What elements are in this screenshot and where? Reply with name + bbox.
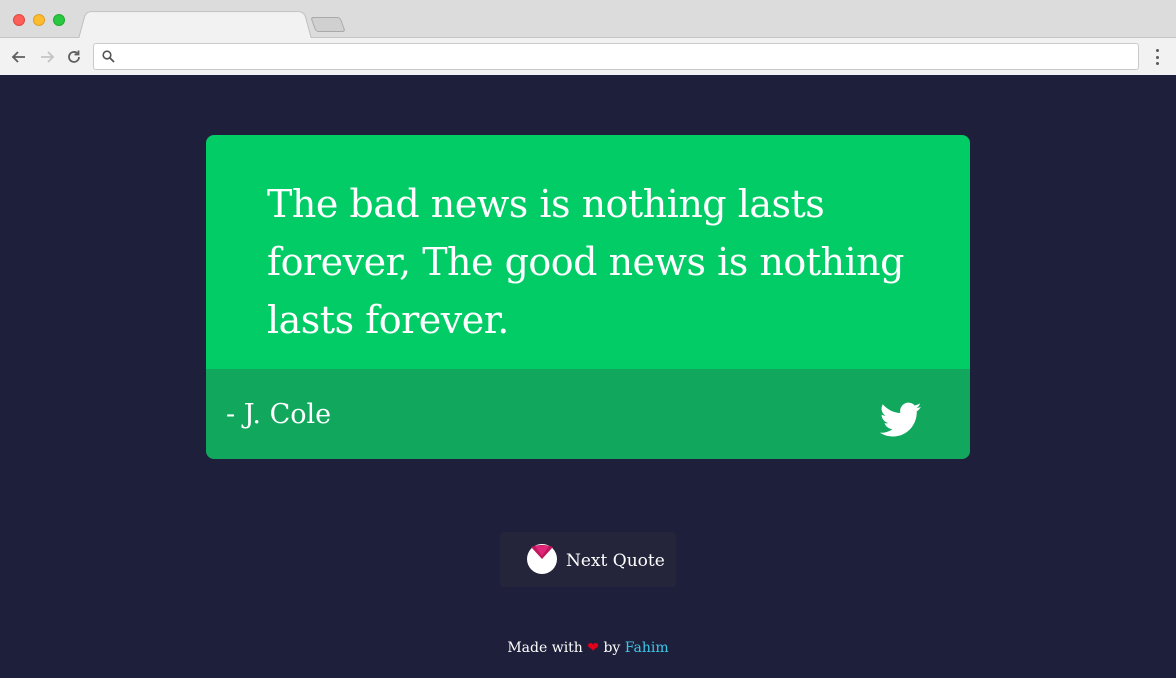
page-content: The bad news is nothing lasts forever, T…	[1, 75, 1175, 677]
tab-bar	[0, 0, 1176, 39]
quote-text: The bad news is nothing lasts forever, T…	[267, 182, 904, 342]
browser-toolbar	[0, 38, 1176, 75]
tweet-button[interactable]	[879, 402, 922, 438]
address-bar[interactable]	[93, 43, 1139, 70]
arrow-left-icon	[11, 51, 25, 63]
arrow-right-icon	[41, 51, 55, 63]
close-window-button[interactable]	[13, 14, 25, 26]
reload-button[interactable]	[63, 46, 85, 68]
forward-button[interactable]	[36, 46, 58, 68]
next-quote-label: Next Quote	[566, 551, 665, 571]
reload-icon	[68, 50, 80, 63]
tab-active[interactable]	[78, 11, 312, 39]
heart-icon: ❤	[587, 640, 599, 656]
flower-icon	[527, 544, 557, 574]
new-tab-button[interactable]	[310, 17, 346, 32]
next-quote-button[interactable]: Next Quote	[500, 532, 676, 587]
browser-menu-button[interactable]	[1150, 47, 1164, 67]
back-button[interactable]	[8, 46, 30, 68]
quote-panel: The bad news is nothing lasts forever, T…	[206, 135, 970, 369]
footer: Made with ❤ by Fahim	[1, 640, 1175, 656]
maximize-window-button[interactable]	[53, 14, 65, 26]
browser-chrome	[0, 0, 1176, 75]
footer-by: by	[603, 640, 621, 656]
search-icon	[102, 50, 115, 63]
quote-card: The bad news is nothing lasts forever, T…	[206, 135, 970, 459]
author-link[interactable]: Fahim	[625, 640, 669, 656]
quote-author: - J. Cole	[226, 399, 332, 430]
author-panel: - J. Cole	[206, 369, 970, 459]
footer-made-with: Made with	[507, 640, 583, 656]
twitter-icon	[879, 402, 922, 437]
minimize-window-button[interactable]	[33, 14, 45, 26]
